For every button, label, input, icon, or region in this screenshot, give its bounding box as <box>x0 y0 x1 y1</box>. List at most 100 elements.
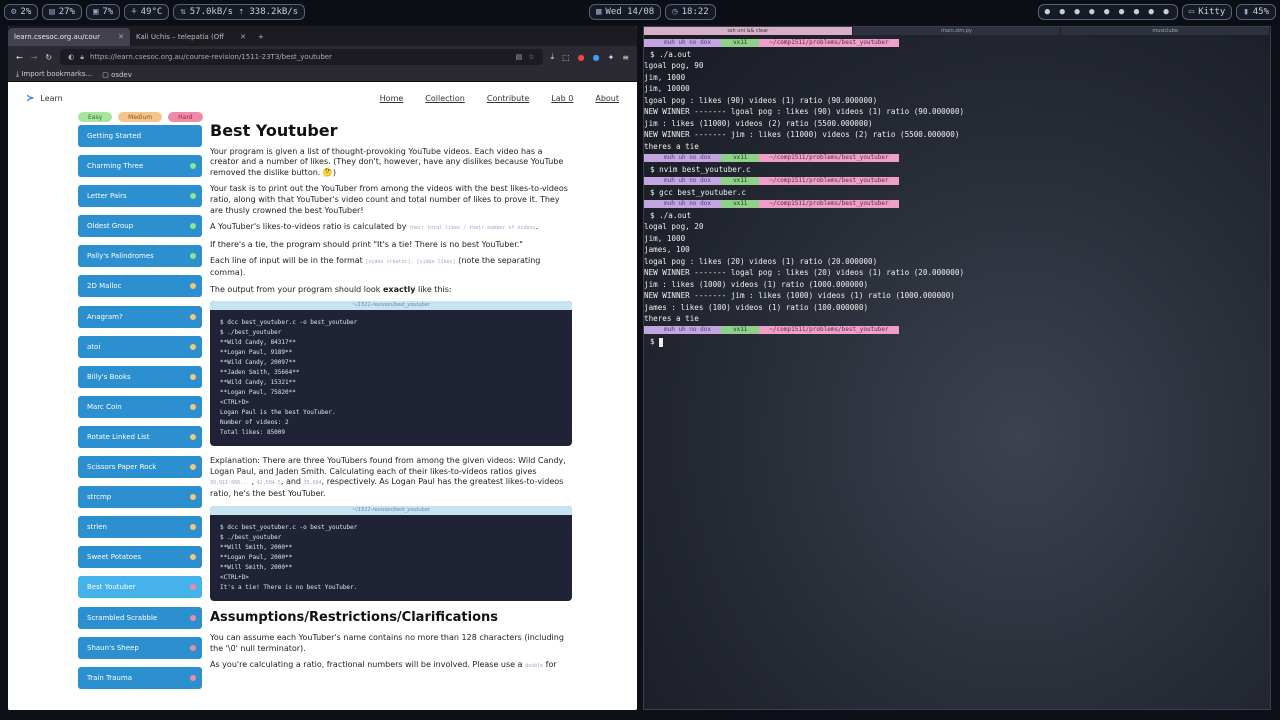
difficulty-medium: Medium <box>118 112 163 122</box>
bookmark-import[interactable]: ⤓ Import bookmarks... <box>16 70 92 79</box>
inline-code: 42,504.5 <box>256 480 281 487</box>
site-logo[interactable]: ≻ Learn <box>26 93 63 104</box>
difficulty-dot <box>190 343 196 350</box>
tmux-tab[interactable]: main.sim.py <box>852 27 1062 35</box>
disk-value: 7% <box>102 7 114 17</box>
nav-about[interactable]: About <box>595 94 619 103</box>
url-field[interactable]: ◐ 🔒︎ https://learn.csesoc.org.au/course-re… <box>60 49 543 65</box>
sidebar-item-label: Shaun's Sheep <box>87 643 139 652</box>
difficulty-dot <box>190 313 196 320</box>
text: like this: <box>418 284 452 294</box>
bold-text: exactly <box>382 284 416 294</box>
sidebar-item[interactable]: Letter Pairs <box>78 185 202 208</box>
tmux-tab[interactable]: ssh uni && clear <box>644 27 853 35</box>
nav-collection[interactable]: Collection <box>425 94 465 103</box>
terminal-window[interactable]: ssh uni && clear main.sim.py musiclube m… <box>643 26 1271 710</box>
terminal-text: theres a tie <box>644 141 699 151</box>
logo-text: Learn <box>40 93 63 103</box>
sidebar-item-label: Best Youtuber <box>87 583 136 592</box>
terminal-text: jim : likes (11000) videos (2) ratio (55… <box>644 118 873 128</box>
terminal-line: jim, 1000 <box>644 72 1270 84</box>
close-icon[interactable]: ✕ <box>240 33 246 41</box>
forward-icon[interactable]: → <box>31 53 38 62</box>
terminal-text: lgoal pog : likes (90) videos (1) ratio … <box>644 95 878 105</box>
sidebar-item[interactable]: strcmp <box>78 486 202 509</box>
extension-icon[interactable]: ⬚ <box>562 53 570 62</box>
sidebar-item[interactable]: strlen <box>78 516 202 539</box>
bookmark-osdev[interactable]: ▢ osdev <box>102 71 132 79</box>
extensions-icon[interactable]: ✦ <box>608 53 615 62</box>
tmux-tab[interactable]: musiclube <box>1061 27 1270 35</box>
text: for <box>545 660 557 670</box>
difficulty-dot <box>190 464 196 471</box>
sidebar-item[interactable]: atoi <box>78 335 202 358</box>
bookmark-star-icon[interactable]: ☆ <box>528 53 534 61</box>
sidebar-item-label: Scrambled Scrabble <box>87 613 158 622</box>
sidebar-item[interactable]: Rotate Linked List <box>78 425 202 448</box>
sidebar-item[interactable]: Sweet Potatoes <box>78 546 202 569</box>
extension-blue-icon[interactable]: ● <box>593 53 600 62</box>
sidebar-item[interactable]: Shaun's Sheep <box>78 636 202 659</box>
prompt-user: muh uh no dox <box>644 176 721 185</box>
new-tab-icon[interactable]: + <box>252 28 270 46</box>
sidebar-item[interactable]: Best Youtuber <box>78 576 202 599</box>
clock-widget[interactable]: ◷ 18:22 <box>665 4 716 20</box>
network-value: 57.0kB/s ⇡ 338.2kB/s <box>189 7 299 17</box>
code-line: **Wild Candy, 84317** <box>220 339 296 347</box>
close-icon[interactable]: ✕ <box>118 33 124 41</box>
url-text: https://learn.csesoc.org.au/course-revis… <box>89 53 332 61</box>
sidebar-item[interactable]: Anagram? <box>78 305 202 328</box>
browser-tabbar: learn.csesoc.org.au/cour ✕ Kali Uchis – t… <box>8 26 637 46</box>
sidebar-item[interactable]: Oldest Group <box>78 215 202 238</box>
sidebar-item-label: Oldest Group <box>87 222 134 231</box>
sidebar-item[interactable]: Train Trauma <box>78 666 202 689</box>
difficulty-dot <box>190 283 196 290</box>
terminal-line: theres a tie <box>644 141 1270 153</box>
prompt-host: vx11 <box>720 153 760 162</box>
code-line: **Wild Candy, 15321** <box>220 379 296 387</box>
reader-icon[interactable]: ▤ <box>516 53 523 61</box>
terminal-text: $ nvim best_youtuber.c <box>650 164 751 174</box>
reload-icon[interactable]: ↻ <box>45 53 52 62</box>
extension-red-icon[interactable]: ● <box>578 53 585 62</box>
bookmark-import-label: Import bookmarks... <box>21 70 93 78</box>
text: , and <box>280 477 302 487</box>
shell-prompt: muh uh no dox vx11 ~/comp1511/problems/bes… <box>644 325 1270 337</box>
terminal-text: logal pog, 20 <box>644 222 704 231</box>
sidebar-item[interactable]: Getting Started <box>78 125 202 147</box>
menu-icon[interactable]: ≡ <box>622 53 629 62</box>
sidebar-item[interactable]: Scissors Paper Rock <box>78 456 202 479</box>
clock-icon: ◷ <box>672 7 678 17</box>
browser-tab-learn[interactable]: learn.csesoc.org.au/cour ✕ <box>8 28 130 46</box>
nav-contribute[interactable]: Contribute <box>487 94 529 103</box>
browser-tab-music[interactable]: Kali Uchis – telepatía (Off ✕ <box>130 28 252 46</box>
sidebar-item[interactable]: Pally's Palindromes <box>78 245 202 268</box>
sidebar-item[interactable]: Scrambled Scrabble <box>78 606 202 629</box>
sidebar-item-label: atoi <box>87 342 101 351</box>
download-icon[interactable]: ⤓ <box>551 52 555 62</box>
inline-code: 35,664 <box>303 480 322 487</box>
status-bar: ⚙ 2% ▤ 27% ▣ 7% ⚘ 49°C ⇅ 57.0kB/s ⇡ 338.2kB/s… <box>0 0 1280 24</box>
sidebar-item-label: Getting Started <box>87 132 142 140</box>
sidebar-item[interactable]: Marc Coin <box>78 395 202 418</box>
sidebar-item[interactable]: Billy's Books <box>78 365 202 388</box>
back-icon[interactable]: ← <box>16 53 23 62</box>
terminal-command: $ gcc best_youtuber.c <box>644 187 1270 199</box>
shield-icon: ◐ <box>68 53 75 61</box>
sidebar-item[interactable]: Charming Three <box>78 155 202 178</box>
tmux-tabbar: ssh uni && clear main.sim.py musiclube <box>644 27 1270 35</box>
difficulty-dot <box>190 494 196 501</box>
difficulty-dot <box>190 223 196 230</box>
logo-icon: ≻ <box>26 92 35 104</box>
bookmark-osdev-label: osdev <box>111 70 132 79</box>
date-widget[interactable]: ▦ Wed 14/08 <box>589 4 662 20</box>
terminal-text: $ ./a.out <box>650 49 692 59</box>
nav-lab-0[interactable]: Lab 0 <box>551 94 573 103</box>
nav-home[interactable]: Home <box>380 94 404 103</box>
sidebar-item-label: Anagram? <box>87 312 123 321</box>
terminal-text: NEW WINNER ------- jim : likes (1000) vi… <box>644 291 955 300</box>
workspace-indicator[interactable]: ● ● ● ● ● ● ● ● ● <box>1037 4 1178 20</box>
battery-icon: ▮ <box>1243 7 1249 17</box>
window-icon: ▭ <box>1188 7 1195 17</box>
sidebar-item[interactable]: 2D Malloc <box>78 275 202 298</box>
